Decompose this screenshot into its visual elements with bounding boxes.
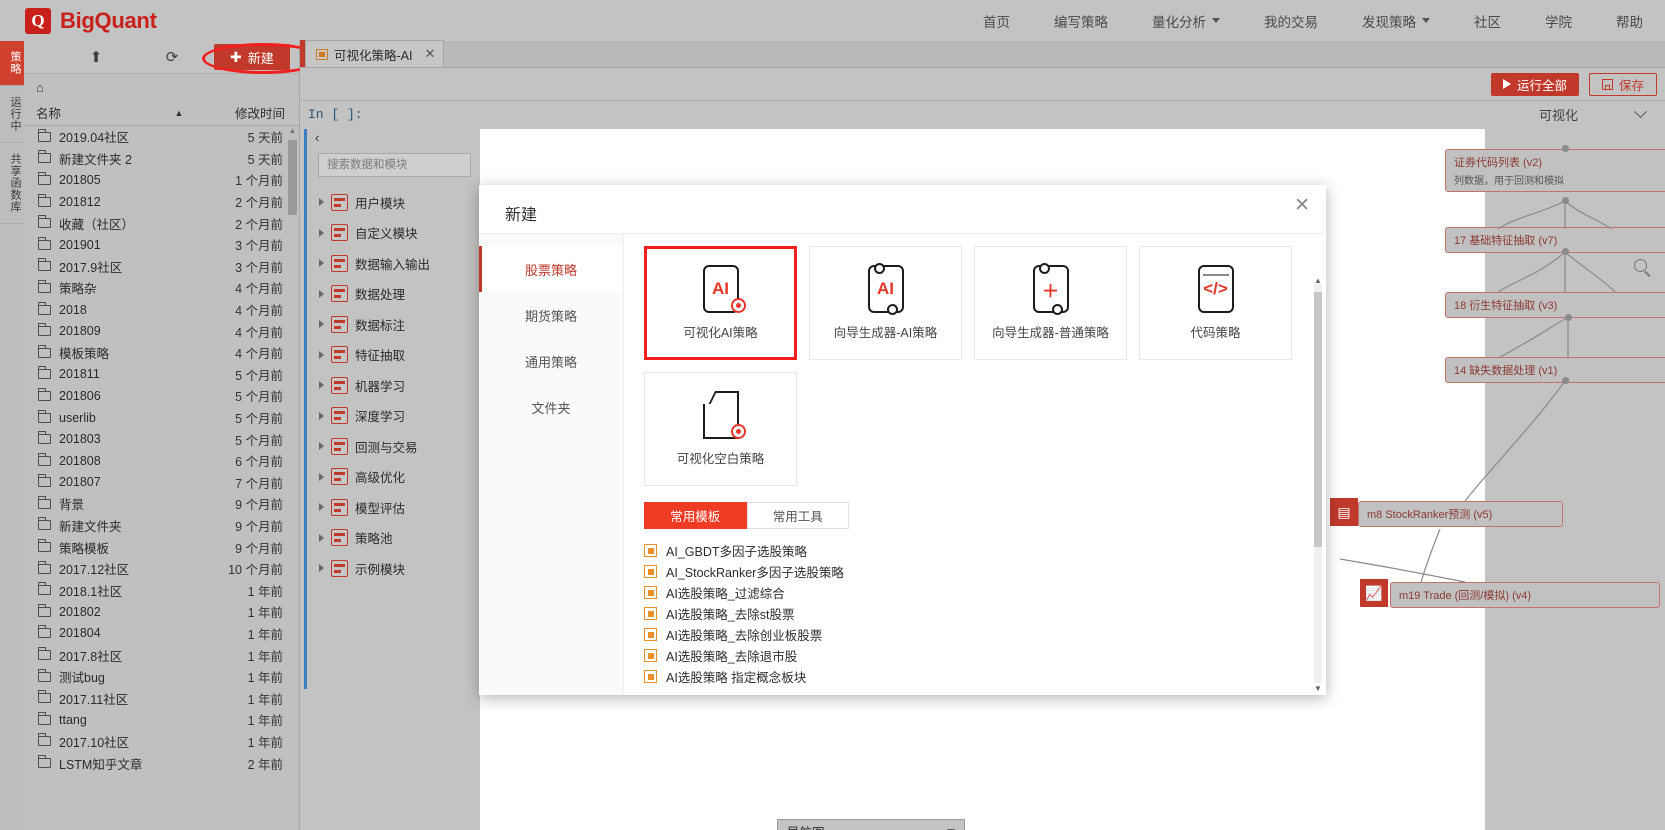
card-label: 可视化空白策略 xyxy=(676,452,765,466)
app-root: Q BigQuant 首页 编写策略 量化分析 我的交易 发现策略 社区 学院 … xyxy=(0,0,1665,830)
card-visual-ai-strategy[interactable]: AI 可视化AI策略 xyxy=(644,246,797,360)
card-wizard-normal-strategy[interactable]: ＋ 向导生成器-普通策略 xyxy=(974,246,1127,360)
modal-category-folder[interactable]: 文件夹 xyxy=(479,384,623,430)
modal-category-sidebar: 股票策略 期货策略 通用策略 文件夹 xyxy=(479,234,624,695)
strategy-type-grid: AI 可视化AI策略 AI 向导生成器-AI策略 ＋ 向导生成器-普通策略 </… xyxy=(644,246,1306,486)
ai-phone-icon: AI xyxy=(867,263,904,315)
modal-body: 股票策略 期货策略 通用策略 文件夹 AI 可视化AI策略 AI 向导生成器-A… xyxy=(479,233,1326,695)
template-tool-tabs: 常用模板 常用工具 xyxy=(644,502,849,529)
scroll-up-icon[interactable]: ▲ xyxy=(1314,276,1322,285)
template-icon xyxy=(644,586,657,599)
target-badge-icon xyxy=(730,298,746,313)
template-label: AI选股策略_过滤综合 xyxy=(666,587,785,601)
card-label: 向导生成器-普通策略 xyxy=(992,326,1109,340)
template-list-item[interactable]: AI选股策略_过滤综合 xyxy=(644,582,1306,603)
template-list-item[interactable]: AI选股策略_去除退市股 xyxy=(644,645,1306,666)
card-label: 向导生成器-AI策略 xyxy=(833,326,938,340)
template-icon xyxy=(644,628,657,641)
card-label: 可视化AI策略 xyxy=(683,326,758,340)
plus-phone-icon: ＋ xyxy=(1032,263,1069,315)
template-icon xyxy=(644,649,657,662)
scroll-down-icon[interactable]: ▼ xyxy=(1314,684,1322,693)
template-label: AI选股策略_去除退市股 xyxy=(666,650,798,664)
close-icon[interactable]: ✕ xyxy=(1294,196,1310,215)
template-icon xyxy=(644,544,657,557)
template-label: AI_GBDT多因子选股策略 xyxy=(666,545,807,559)
modal-title: 新建 xyxy=(505,207,538,224)
template-icon xyxy=(644,565,657,578)
ai-phone-target-icon: AI xyxy=(702,265,746,313)
modal-overlay: 新建 ✕ 股票策略 期货策略 通用策略 文件夹 AI 可视化AI策略 AI 向导… xyxy=(0,0,1665,830)
template-label: AI_StockRanker多因子选股策略 xyxy=(666,566,844,580)
modal-main-content: AI 可视化AI策略 AI 向导生成器-AI策略 ＋ 向导生成器-普通策略 </… xyxy=(624,234,1326,695)
template-icon xyxy=(644,670,657,683)
card-code-strategy[interactable]: </> 代码策略 xyxy=(1139,246,1292,360)
template-list-item[interactable]: AI_GBDT多因子选股策略 xyxy=(644,540,1306,561)
template-list: AI_GBDT多因子选股策略 AI_StockRanker多因子选股策略 AI选股策… xyxy=(644,540,1306,687)
template-list-item[interactable]: AI选股策略_去除创业板股票 xyxy=(644,624,1306,645)
template-list-item[interactable]: AI选股策略_去除st股票 xyxy=(644,603,1306,624)
modal-category-general[interactable]: 通用策略 xyxy=(479,338,623,384)
target-badge-icon xyxy=(730,424,746,439)
template-icon xyxy=(644,607,657,620)
new-strategy-modal: 新建 ✕ 股票策略 期货策略 通用策略 文件夹 AI 可视化AI策略 AI 向导… xyxy=(479,185,1326,695)
template-label: AI选股策略_去除st股票 xyxy=(666,608,795,622)
card-visual-blank-strategy[interactable]: 可视化空白策略 xyxy=(644,372,797,486)
tab-common-tools[interactable]: 常用工具 xyxy=(746,502,849,529)
modal-category-stock[interactable]: 股票策略 xyxy=(479,246,623,292)
card-wizard-ai-strategy[interactable]: AI 向导生成器-AI策略 xyxy=(809,246,962,360)
template-label: AI选股策略 指定概念板块 xyxy=(666,671,807,685)
modal-scrollbar[interactable]: ▲ ▼ xyxy=(1314,276,1322,693)
code-phone-icon: </> xyxy=(1197,265,1234,313)
blank-doc-target-icon xyxy=(702,391,746,439)
tab-common-templates[interactable]: 常用模板 xyxy=(644,502,747,529)
card-label: 代码策略 xyxy=(1190,326,1241,340)
template-label: AI选股策略_去除创业板股票 xyxy=(666,629,823,643)
modal-category-futures[interactable]: 期货策略 xyxy=(479,292,623,338)
template-list-item[interactable]: AI选股策略 指定概念板块 xyxy=(644,666,1306,687)
scrollbar-thumb[interactable] xyxy=(1314,292,1322,547)
template-list-item[interactable]: AI_StockRanker多因子选股策略 xyxy=(644,561,1306,582)
